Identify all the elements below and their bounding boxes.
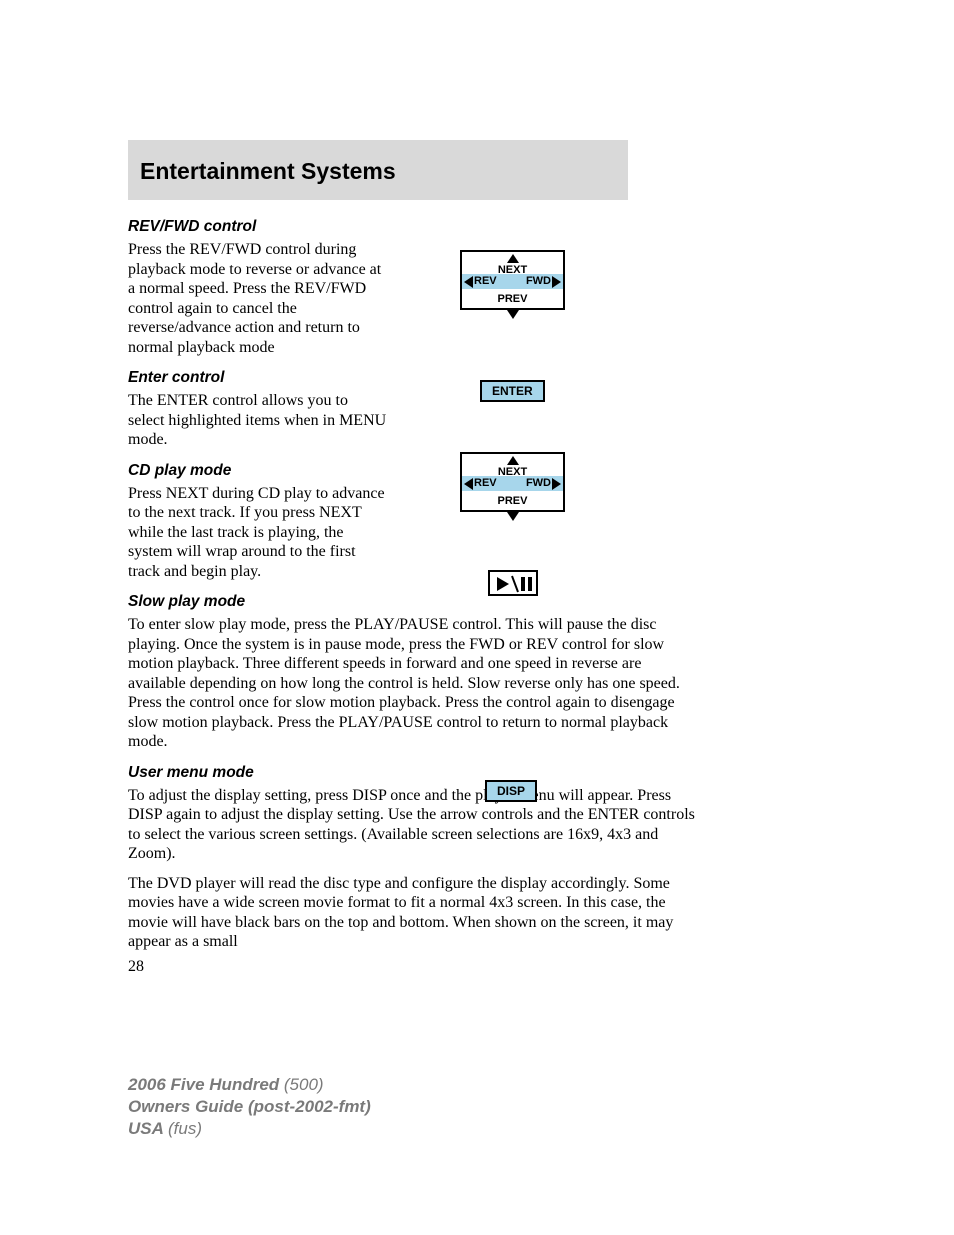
enter-button-graphic: ENTER <box>480 380 545 402</box>
footer-region: USA <box>128 1119 168 1138</box>
chapter-header: Entertainment Systems <box>128 140 628 200</box>
footer-line-2: Owners Guide (post-2002-fmt) <box>128 1096 371 1118</box>
figure-dpad-2: NEXT PREV REV FWD <box>460 452 565 524</box>
triangle-left-icon <box>464 478 473 490</box>
footer-region-code: (fus) <box>168 1119 202 1138</box>
body-cdplay: Press NEXT during CD play to advance to … <box>128 484 388 582</box>
dpad-prev-label: PREV <box>498 496 528 507</box>
disp-button-graphic: DISP <box>485 780 537 802</box>
triangle-left-icon <box>464 276 473 288</box>
triangle-right-icon <box>552 478 561 490</box>
triangle-up-icon <box>507 254 519 263</box>
dpad-next-label: NEXT <box>498 467 527 478</box>
body-usermenu-2: The DVD player will read the disc type a… <box>128 874 700 952</box>
dpad-rev-label: REV <box>474 478 497 489</box>
dpad-fwd-label: FWD <box>526 276 551 287</box>
dpad-fwd-label: FWD <box>526 478 551 489</box>
manual-page: Entertainment Systems REV/FWD control Pr… <box>0 0 954 1235</box>
page-content: REV/FWD control Press the REV/FWD contro… <box>128 218 700 964</box>
section-cdplay: CD play mode Press NEXT during CD play t… <box>128 462 700 582</box>
section-usermenu: User menu mode To adjust the display set… <box>128 764 700 952</box>
page-number: 28 <box>128 958 144 976</box>
heading-cdplay: CD play mode <box>128 462 700 480</box>
footer-model-code: (500) <box>284 1075 324 1094</box>
play-pause-icon <box>488 570 538 596</box>
body-revfwd: Press the REV/FWD control during playbac… <box>128 240 388 357</box>
heading-usermenu: User menu mode <box>128 764 700 782</box>
body-enter: The ENTER control allows you to select h… <box>128 391 388 450</box>
triangle-down-icon <box>507 310 519 319</box>
dpad-control: NEXT PREV REV FWD <box>460 452 565 512</box>
chapter-title: Entertainment Systems <box>140 158 616 185</box>
body-usermenu-1: To adjust the display setting, press DIS… <box>128 786 700 864</box>
dpad-control: NEXT PREV REV FWD <box>460 250 565 310</box>
section-revfwd: REV/FWD control Press the REV/FWD contro… <box>128 218 700 357</box>
figure-enter-button: ENTER <box>480 380 545 402</box>
heading-revfwd: REV/FWD control <box>128 218 700 236</box>
triangle-up-icon <box>507 456 519 465</box>
dpad-next-label: NEXT <box>498 265 527 276</box>
figure-disp-button: DISP <box>485 780 537 802</box>
body-slow: To enter slow play mode, press the PLAY/… <box>128 615 700 752</box>
triangle-right-icon <box>552 276 561 288</box>
footer-model: 2006 Five Hundred <box>128 1075 284 1094</box>
section-slow: Slow play mode To enter slow play mode, … <box>128 593 700 752</box>
figure-playpause <box>488 570 538 596</box>
footer-line-1: 2006 Five Hundred (500) <box>128 1074 371 1096</box>
footer-line-3: USA (fus) <box>128 1118 371 1140</box>
dpad-prev-label: PREV <box>498 294 528 305</box>
footer-block: 2006 Five Hundred (500) Owners Guide (po… <box>128 1074 371 1139</box>
heading-enter: Enter control <box>128 369 700 387</box>
triangle-down-icon <box>507 512 519 521</box>
figure-dpad-1: NEXT PREV REV FWD <box>460 250 565 322</box>
dpad-rev-label: REV <box>474 276 497 287</box>
heading-slow: Slow play mode <box>128 593 700 611</box>
section-enter: Enter control The ENTER control allows y… <box>128 369 700 450</box>
